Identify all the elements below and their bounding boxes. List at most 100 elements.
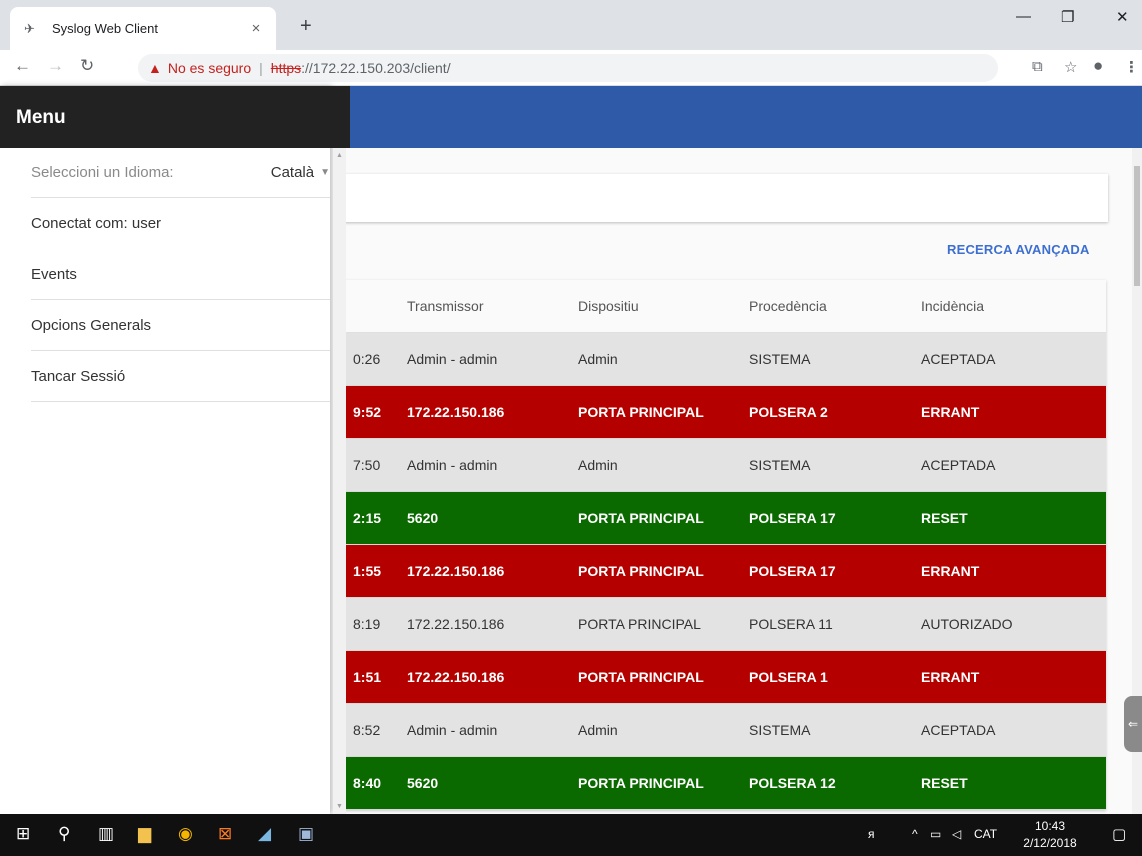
dropdown-caret-icon[interactable]: ▼ — [320, 167, 330, 178]
notifications-icon[interactable]: ▢ — [1112, 825, 1126, 843]
table-row[interactable]: 8:52 Admin - admin Admin SISTEMA ACEPTADA — [340, 704, 1106, 757]
cell-transmitter: Admin - admin — [407, 351, 498, 367]
cell-transmitter: Admin - admin — [407, 457, 498, 473]
taskbar-clock[interactable]: 10:43 2/12/2018 — [1020, 818, 1080, 852]
cell-time: 1:51 — [353, 669, 382, 685]
drawer-body: Seleccioni un Idioma: Català ▼ Conectat … — [0, 148, 330, 814]
advanced-search-link[interactable]: RECERCA AVANÇADA — [947, 242, 1090, 257]
cell-transmitter: Admin - admin — [407, 722, 498, 738]
cell-transmitter: 172.22.150.186 — [407, 563, 505, 579]
cell-device: PORTA PRINCIPAL — [578, 563, 704, 579]
language-label: Seleccioni un Idioma: — [31, 164, 174, 181]
table-row[interactable]: 0:26 Admin - admin Admin SISTEMA ACEPTADA — [340, 333, 1106, 386]
cell-origin: POLSERA 17 — [749, 563, 836, 579]
header-incident[interactable]: Incidència — [921, 298, 984, 314]
profile-icon[interactable]: ● — [1093, 56, 1103, 76]
people-icon[interactable]: ᴙ — [868, 827, 875, 841]
drawer-item-events[interactable]: Events — [31, 249, 330, 300]
search-icon[interactable]: ⚲ — [58, 824, 70, 844]
tab-close-icon[interactable]: × — [248, 20, 264, 37]
bookmark-star-icon[interactable]: ☆ — [1064, 58, 1077, 76]
window-close-icon[interactable]: ✕ — [1116, 8, 1129, 26]
cell-incident: ERRANT — [921, 404, 980, 420]
header-origin[interactable]: Procedència — [749, 298, 827, 314]
cell-device: PORTA PRINCIPAL — [578, 775, 704, 791]
volume-muted-icon[interactable]: ◁ — [952, 827, 961, 841]
table-row[interactable]: 9:52 172.22.150.186 PORTA PRINCIPAL POLSERA… — [340, 386, 1106, 439]
new-tab-icon[interactable]: + — [300, 15, 312, 38]
tab-title: Syslog Web Client — [52, 21, 158, 36]
scroll-up-icon[interactable]: ▲ — [336, 152, 343, 159]
table-row[interactable]: 2:15 5620 PORTA PRINCIPAL POLSERA 17 RESET — [340, 492, 1106, 545]
header-device[interactable]: Dispositiu — [578, 298, 639, 314]
table-row[interactable]: 8:40 5620 PORTA PRINCIPAL POLSERA 12 RESET — [340, 757, 1106, 810]
language-value[interactable]: Català — [271, 164, 314, 181]
warning-icon: ▲ — [148, 60, 162, 76]
table-row[interactable]: 1:51 172.22.150.186 PORTA PRINCIPAL POLSERA… — [340, 651, 1106, 704]
app-window-icon[interactable]: ▣ — [298, 824, 314, 844]
header-transmitter[interactable]: Transmissor — [407, 298, 484, 314]
side-panel-tab-icon[interactable]: ⇐ — [1124, 696, 1142, 752]
table-row[interactable]: 7:50 Admin - admin Admin SISTEMA ACEPTADA — [340, 439, 1106, 492]
restore-icon[interactable]: ❐ — [1061, 8, 1074, 26]
cell-device: Admin — [578, 457, 618, 473]
cell-incident: AUTORIZADO — [921, 616, 1013, 632]
cell-origin: POLSERA 1 — [749, 669, 828, 685]
tray-expand-icon[interactable]: ^ — [912, 827, 918, 841]
app-icon[interactable]: ◢ — [258, 824, 271, 844]
cell-incident: ACEPTADA — [921, 722, 996, 738]
cell-origin: SISTEMA — [749, 351, 811, 367]
cell-device: PORTA PRINCIPAL — [578, 510, 704, 526]
url-scheme: https — [270, 60, 302, 76]
cell-incident: ACEPTADA — [921, 351, 996, 367]
cell-origin: POLSERA 12 — [749, 775, 836, 791]
cell-transmitter: 5620 — [407, 510, 439, 526]
table-header: Transmissor Dispositiu Procedència Incid… — [340, 280, 1106, 333]
chrome-icon[interactable]: ◉ — [178, 824, 193, 844]
table-row[interactable]: 8:19 172.22.150.186 PORTA PRINCIPAL POLSERA… — [340, 598, 1106, 651]
browser-tab-strip: ✈ Syslog Web Client × + — ❐ ✕ — [0, 0, 1142, 50]
search-card[interactable] — [340, 174, 1108, 222]
security-status[interactable]: No es seguro — [168, 60, 251, 76]
cell-origin: POLSERA 11 — [749, 616, 833, 632]
browser-tab[interactable]: ✈ Syslog Web Client × — [10, 7, 276, 50]
cell-transmitter: 172.22.150.186 — [407, 616, 505, 632]
cell-time: 7:50 — [353, 457, 381, 473]
windows-taskbar: ⊞ ⚲ ▥ ▆ ◉ ⊠ ◢ ▣ ᴙ ^ ▭ ◁ CAT 10:43 2/12/2… — [0, 814, 1142, 856]
cell-incident: RESET — [921, 775, 968, 791]
table-row[interactable]: 1:55 172.22.150.186 PORTA PRINCIPAL POLSERA… — [340, 545, 1106, 598]
xampp-icon[interactable]: ⊠ — [218, 824, 232, 844]
minimize-icon[interactable]: — — [1016, 8, 1031, 25]
cell-incident: RESET — [921, 510, 968, 526]
language-selector[interactable]: Seleccioni un Idioma: Català ▼ — [31, 148, 330, 198]
drawer-item-logout[interactable]: Tancar Sessió — [31, 351, 330, 402]
browser-menu-icon[interactable]: ⋮ — [1124, 58, 1139, 76]
drawer-item-user: Conectat com: user — [31, 198, 330, 249]
translate-icon[interactable]: ⧉ — [1032, 58, 1043, 75]
events-table: Transmissor Dispositiu Procedència Incid… — [340, 280, 1106, 810]
back-icon[interactable]: ← — [14, 56, 31, 76]
page-scrollbar-thumb[interactable] — [1134, 166, 1140, 286]
drawer-item-general-options[interactable]: Opcions Generals — [31, 300, 330, 351]
scroll-down-icon[interactable]: ▼ — [336, 803, 343, 810]
cell-origin: POLSERA 17 — [749, 510, 836, 526]
cell-time: 8:40 — [353, 775, 382, 791]
network-icon[interactable]: ▭ — [930, 827, 941, 841]
forward-icon[interactable]: → — [47, 56, 64, 76]
cell-device: PORTA PRINCIPAL — [578, 616, 701, 632]
drawer-item-label: Opcions Generals — [31, 316, 152, 334]
cell-transmitter: 172.22.150.186 — [407, 669, 505, 685]
input-language[interactable]: CAT — [974, 827, 997, 841]
file-explorer-icon[interactable]: ▆ — [138, 824, 151, 844]
cell-device: PORTA PRINCIPAL — [578, 669, 704, 685]
reload-icon[interactable]: ↻ — [80, 56, 94, 76]
cell-origin: SISTEMA — [749, 722, 811, 738]
windows-start-icon[interactable]: ⊞ — [16, 824, 30, 844]
drawer-scrollbar[interactable]: ▲ ▼ — [333, 148, 346, 814]
omnibox[interactable]: ▲ No es seguro | https ://172.22.150.203… — [138, 54, 998, 82]
navigation-drawer: Menu Seleccioni un Idioma: Català ▼ Cone… — [0, 86, 350, 814]
cell-transmitter: 5620 — [407, 775, 439, 791]
clock-date: 2/12/2018 — [1023, 836, 1077, 850]
task-view-icon[interactable]: ▥ — [98, 824, 114, 844]
cell-device: Admin — [578, 351, 618, 367]
